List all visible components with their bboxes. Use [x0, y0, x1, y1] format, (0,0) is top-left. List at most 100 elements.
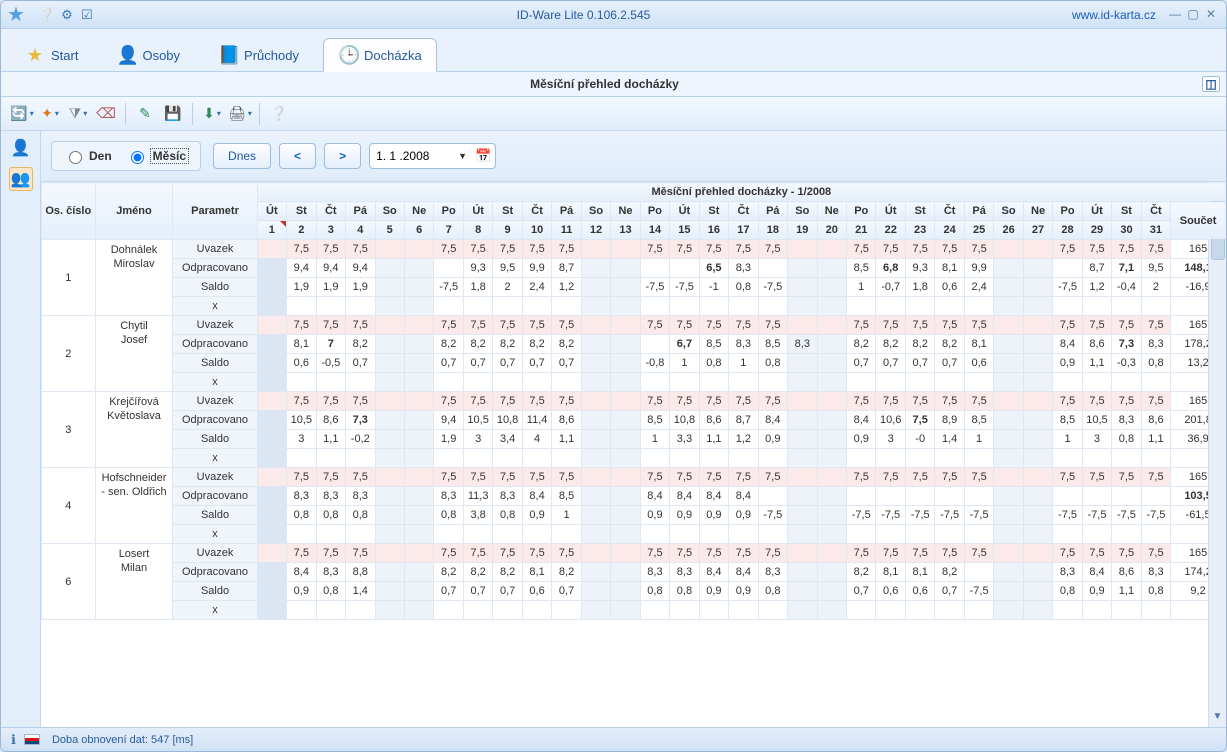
save-button[interactable]: 💾: [160, 102, 186, 126]
col-dayname[interactable]: St: [493, 202, 522, 221]
new-button[interactable]: ✦: [37, 102, 63, 126]
col-dayname[interactable]: Út: [257, 202, 286, 221]
tab-pruchody[interactable]: 📘 Průchody: [204, 39, 313, 71]
col-daynum[interactable]: 5: [375, 221, 404, 240]
vertical-scrollbar[interactable]: ▲ ▼: [1208, 182, 1226, 727]
col-daynum[interactable]: 20: [817, 221, 846, 240]
app-star-icon[interactable]: ★: [7, 3, 31, 27]
col-dayname[interactable]: So: [375, 202, 404, 221]
clear-filter-button[interactable]: ⌫: [93, 102, 119, 126]
col-dayname[interactable]: So: [788, 202, 817, 221]
col-name[interactable]: Jméno: [95, 183, 173, 240]
radio-mesic-input[interactable]: [131, 151, 144, 164]
col-dayname[interactable]: Čt: [729, 202, 758, 221]
col-dayname[interactable]: Čt: [522, 202, 551, 221]
col-daynum[interactable]: 10: [522, 221, 551, 240]
col-daynum[interactable]: 9: [493, 221, 522, 240]
col-dayname[interactable]: Čt: [316, 202, 345, 221]
multi-person-button[interactable]: 👥: [9, 167, 33, 191]
radio-mesic[interactable]: Měsíc: [126, 148, 188, 164]
filter-button[interactable]: ⧩: [65, 102, 91, 126]
date-dropdown-icon[interactable]: ▼: [454, 151, 471, 161]
scroll-down-icon[interactable]: ▼: [1213, 711, 1223, 727]
tab-dochazka[interactable]: 🕒 Docházka: [323, 38, 437, 72]
col-daynum[interactable]: 26: [994, 221, 1023, 240]
col-daynum[interactable]: 27: [1023, 221, 1052, 240]
col-daynum[interactable]: 4: [346, 221, 375, 240]
col-daynum[interactable]: 29: [1082, 221, 1111, 240]
col-daynum[interactable]: 2: [287, 221, 316, 240]
col-dayname[interactable]: Pá: [552, 202, 581, 221]
maximize-button[interactable]: ▢: [1184, 7, 1202, 23]
info-icon[interactable]: ℹ: [11, 732, 16, 748]
col-daynum[interactable]: 30: [1112, 221, 1141, 240]
col-dayname[interactable]: St: [1112, 202, 1141, 221]
col-daynum[interactable]: 15: [670, 221, 699, 240]
help-icon[interactable]: ❔: [39, 7, 55, 23]
col-daynum[interactable]: 7: [434, 221, 463, 240]
col-daynum[interactable]: 11: [552, 221, 581, 240]
col-daynum[interactable]: 3: [316, 221, 345, 240]
col-dayname[interactable]: Čt: [1141, 202, 1170, 221]
close-button[interactable]: ✕: [1202, 7, 1220, 23]
checklist-icon[interactable]: ☑: [79, 7, 95, 23]
col-dayname[interactable]: Čt: [935, 202, 964, 221]
col-daynum[interactable]: 28: [1053, 221, 1082, 240]
gear-icon[interactable]: ⚙: [59, 7, 75, 23]
col-dayname[interactable]: Út: [463, 202, 492, 221]
date-input[interactable]: [374, 148, 454, 164]
col-daynum[interactable]: 19: [788, 221, 817, 240]
col-daynum[interactable]: 22: [876, 221, 905, 240]
vendor-link[interactable]: www.id-karta.cz: [1072, 8, 1156, 22]
col-dayname[interactable]: Ne: [817, 202, 846, 221]
calendar-icon[interactable]: 📅: [475, 148, 491, 164]
print-button[interactable]: 🖨: [227, 102, 253, 126]
col-dayname[interactable]: So: [994, 202, 1023, 221]
export-button[interactable]: ⬇: [199, 102, 225, 126]
col-dayname[interactable]: Ne: [404, 202, 433, 221]
col-daynum[interactable]: 1: [257, 221, 286, 240]
col-daynum[interactable]: 8: [463, 221, 492, 240]
edit-button[interactable]: ✎: [132, 102, 158, 126]
col-daynum[interactable]: 24: [935, 221, 964, 240]
today-button[interactable]: Dnes: [213, 143, 271, 169]
radio-den[interactable]: Den: [64, 148, 112, 164]
tab-start[interactable]: ★ Start: [11, 39, 92, 71]
single-person-button[interactable]: 👤: [9, 137, 33, 161]
col-dayname[interactable]: Po: [434, 202, 463, 221]
col-dayname[interactable]: Pá: [964, 202, 993, 221]
col-daynum[interactable]: 14: [640, 221, 669, 240]
col-dayname[interactable]: Út: [670, 202, 699, 221]
next-button[interactable]: >: [324, 143, 361, 169]
col-daynum[interactable]: 23: [905, 221, 934, 240]
col-daynum[interactable]: 31: [1141, 221, 1170, 240]
radio-den-input[interactable]: [69, 151, 82, 164]
col-dayname[interactable]: Po: [1053, 202, 1082, 221]
date-field[interactable]: ▼ 📅: [369, 143, 496, 169]
tab-osoby[interactable]: 👤 Osoby: [102, 39, 194, 71]
minimize-button[interactable]: —: [1166, 7, 1184, 23]
col-daynum[interactable]: 18: [758, 221, 787, 240]
col-daynum[interactable]: 6: [404, 221, 433, 240]
col-dayname[interactable]: Po: [640, 202, 669, 221]
refresh-button[interactable]: 🔄: [9, 102, 35, 126]
col-sum[interactable]: Součet: [1171, 202, 1226, 240]
col-daynum[interactable]: 16: [699, 221, 728, 240]
col-dayname[interactable]: So: [581, 202, 610, 221]
col-dayname[interactable]: St: [699, 202, 728, 221]
col-dayname[interactable]: Út: [1082, 202, 1111, 221]
col-dayname[interactable]: St: [905, 202, 934, 221]
col-daynum[interactable]: 12: [581, 221, 610, 240]
col-dayname[interactable]: Ne: [611, 202, 640, 221]
panel-layout-button[interactable]: ◫: [1202, 76, 1220, 92]
col-daynum[interactable]: 21: [847, 221, 876, 240]
col-daynum[interactable]: 13: [611, 221, 640, 240]
col-daynum[interactable]: 25: [964, 221, 993, 240]
col-dayname[interactable]: St: [287, 202, 316, 221]
col-dayname[interactable]: Pá: [758, 202, 787, 221]
flag-cz-icon[interactable]: [24, 734, 40, 745]
col-os[interactable]: Os. číslo: [42, 183, 96, 240]
col-dayname[interactable]: Pá: [346, 202, 375, 221]
col-daynum[interactable]: 17: [729, 221, 758, 240]
col-dayname[interactable]: Po: [847, 202, 876, 221]
